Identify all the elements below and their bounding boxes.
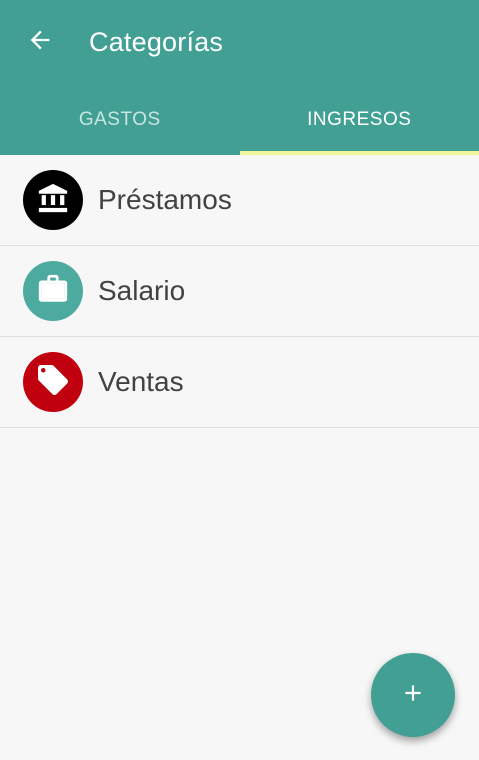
bank-icon <box>36 181 70 220</box>
back-button[interactable] <box>20 22 60 62</box>
tab-ingresos[interactable]: INGRESOS <box>239 84 479 155</box>
briefcase-icon <box>36 272 70 311</box>
category-list: Préstamos Salario Ventas <box>0 155 479 428</box>
page-title: Categorías <box>89 27 224 57</box>
tab-bar: GASTOS INGRESOS <box>0 84 479 155</box>
tab-label: INGRESOS <box>307 108 412 130</box>
plus-icon <box>400 680 426 711</box>
tag-icon <box>35 362 71 403</box>
list-item-ventas[interactable]: Ventas <box>0 337 479 428</box>
category-avatar <box>23 170 83 230</box>
category-label: Salario <box>98 275 186 306</box>
category-label: Préstamos <box>98 184 232 215</box>
category-avatar <box>23 261 83 321</box>
toolbar: Categorías <box>0 0 479 84</box>
list-item-salario[interactable]: Salario <box>0 246 479 337</box>
add-category-button[interactable] <box>371 653 455 737</box>
tab-gastos[interactable]: GASTOS <box>0 84 240 155</box>
list-item-prestamos[interactable]: Préstamos <box>0 155 479 246</box>
category-avatar <box>23 352 83 412</box>
category-label: Ventas <box>98 366 184 397</box>
arrow-left-icon <box>26 26 54 59</box>
app-screen: Categorías GASTOS INGRESOS Préstamos Sal… <box>0 0 479 760</box>
app-bar: Categorías GASTOS INGRESOS <box>0 0 479 155</box>
tab-label: GASTOS <box>78 108 161 130</box>
